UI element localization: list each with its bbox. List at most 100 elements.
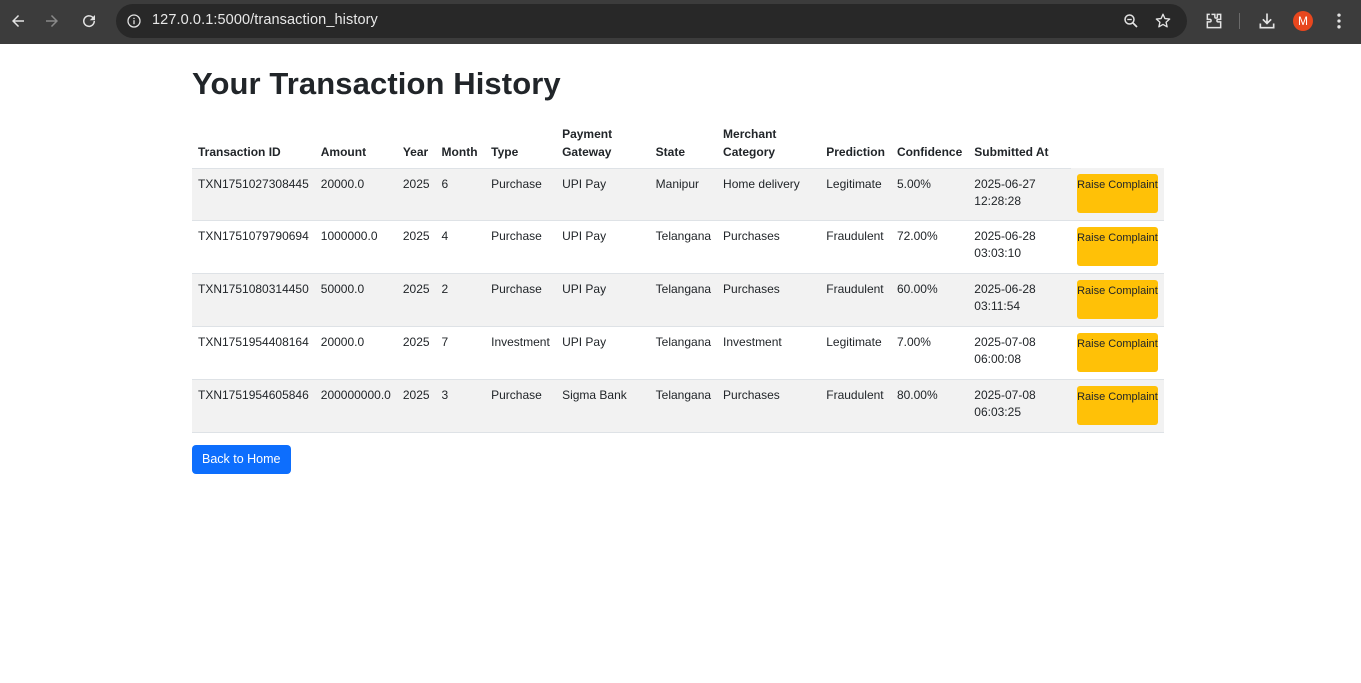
cell-prediction: Legitimate (820, 326, 891, 380)
cell-transaction-id: TXN1751080314450 (192, 273, 315, 327)
submitted-date: 2025-06-27 (974, 176, 1036, 191)
raise-complaint-button[interactable]: Raise Complaint (1076, 280, 1158, 319)
cell-payment-gateway: UPI Pay (556, 326, 650, 380)
header-year: Year (396, 122, 436, 169)
cell-prediction: Fraudulent (820, 273, 891, 327)
cell-action: Raise Complaint (1070, 326, 1164, 380)
page-title: Your Transaction History (192, 66, 561, 101)
cell-amount: 50000.0 (314, 273, 397, 327)
more-menu-icon[interactable] (1329, 11, 1349, 31)
forward-arrow-icon[interactable] (42, 11, 62, 31)
cell-prediction: Fraudulent (820, 220, 891, 274)
cell-action: Raise Complaint (1070, 379, 1164, 433)
page-container: Your Transaction History Transaction ID … (192, 44, 1164, 474)
zoom-icon[interactable] (1122, 12, 1140, 30)
header-transaction-id: Transaction ID (192, 122, 315, 169)
toolbar-divider (1239, 13, 1240, 29)
submitted-time: 03:11:54 (974, 299, 1021, 313)
submitted-time: 06:03:25 (974, 405, 1021, 419)
cell-month: 3 (435, 379, 486, 433)
extensions-icon[interactable] (1204, 11, 1224, 31)
cell-month: 6 (435, 168, 486, 221)
raise-complaint-button[interactable]: Raise Complaint (1076, 174, 1158, 213)
cell-amount: 1000000.0 (314, 220, 397, 274)
submitted-date: 2025-06-28 (974, 282, 1036, 296)
cell-year: 2025 (396, 273, 436, 327)
cell-state: Telangana (649, 379, 718, 433)
header-state: State (649, 122, 718, 169)
header-merchant-category: Merchant Category (717, 122, 821, 169)
cell-month: 4 (435, 220, 486, 274)
back-arrow-icon[interactable] (8, 11, 28, 31)
cell-payment-gateway: Sigma Bank (556, 379, 650, 433)
site-info-icon[interactable] (124, 11, 144, 31)
cell-type: Purchase (485, 379, 557, 433)
profile-avatar[interactable]: M (1293, 11, 1313, 31)
cell-state: Manipur (649, 168, 718, 221)
cell-action: Raise Complaint (1070, 168, 1164, 221)
cell-prediction: Fraudulent (820, 379, 891, 433)
submitted-time: 06:00:08 (974, 352, 1021, 366)
cell-action: Raise Complaint (1070, 273, 1164, 327)
submitted-date: 2025-06-28 (974, 229, 1036, 243)
cell-submitted-at: 2025-06-28 03:03:10 (968, 220, 1071, 274)
cell-transaction-id: TXN1751954408164 (192, 326, 315, 380)
cell-merchant-category: Home delivery (717, 168, 821, 221)
url-text: 127.0.0.1:5000/transaction_history (152, 12, 378, 28)
raise-complaint-button[interactable]: Raise Complaint (1076, 227, 1158, 266)
cell-payment-gateway: UPI Pay (556, 273, 650, 327)
table-row: TXN1751954408164 20000.0 2025 7 Investment UP… (192, 326, 1164, 380)
table-row: TXN1751079790694 1000000.0 2025 4 Purchase UP… (192, 220, 1164, 274)
submitted-date: 2025-07-08 (974, 388, 1036, 402)
cell-state: Telangana (649, 273, 718, 327)
back-to-home-button[interactable]: Back to Home (192, 445, 291, 474)
cell-type: Purchase (485, 220, 557, 274)
cell-submitted-at: 2025-06-27 12:28:28 (968, 168, 1071, 221)
cell-year: 2025 (396, 326, 436, 380)
cell-action: Raise Complaint (1070, 220, 1164, 274)
table-row: TXN1751954605846 200000000.0 2025 3 Purchase… (192, 379, 1164, 433)
cell-confidence: 80.00% (890, 379, 969, 433)
submitted-time: 12:28:28 (974, 193, 1021, 208)
address-bar[interactable]: 127.0.0.1:5000/transaction_history (116, 4, 1187, 38)
cell-state: Telangana (649, 326, 718, 380)
cell-confidence: 60.00% (890, 273, 969, 327)
submitted-time: 03:03:10 (974, 246, 1021, 260)
cell-transaction-id: TXN1751027308445 (192, 168, 315, 221)
cell-type: Purchase (485, 273, 557, 327)
cell-transaction-id: TXN1751079790694 (192, 220, 315, 274)
table-header-row: Transaction ID Amount Year Month Type Pa… (192, 122, 1164, 169)
cell-merchant-category: Purchases (717, 273, 821, 327)
cell-month: 7 (435, 326, 486, 380)
cell-prediction: Legitimate (820, 168, 891, 221)
cell-merchant-category: Investment (717, 326, 821, 380)
table-row: TXN1751027308445 20000.0 2025 6 Purchase UPI … (192, 168, 1164, 221)
header-type: Type (485, 122, 557, 169)
table-row: TXN1751080314450 50000.0 2025 2 Purchase UPI … (192, 273, 1164, 327)
cell-confidence: 7.00% (890, 326, 969, 380)
cell-month: 2 (435, 273, 486, 327)
cell-payment-gateway: UPI Pay (556, 220, 650, 274)
cell-transaction-id: TXN1751954605846 (192, 379, 315, 433)
cell-type: Investment (485, 326, 557, 380)
bookmark-star-icon[interactable] (1154, 12, 1172, 30)
submitted-date: 2025-07-08 (974, 335, 1036, 349)
download-icon[interactable] (1257, 11, 1277, 31)
cell-merchant-category: Purchases (717, 220, 821, 274)
header-action (1071, 122, 1164, 168)
header-prediction: Prediction (820, 122, 891, 169)
cell-payment-gateway: UPI Pay (556, 168, 650, 221)
raise-complaint-button[interactable]: Raise Complaint (1076, 333, 1158, 372)
reload-icon[interactable] (79, 11, 99, 31)
cell-amount: 200000000.0 (314, 379, 397, 433)
header-month: Month (435, 122, 486, 169)
header-amount: Amount (314, 122, 397, 169)
raise-complaint-button[interactable]: Raise Complaint (1076, 386, 1158, 425)
cell-confidence: 5.00% (890, 168, 969, 221)
cell-amount: 20000.0 (314, 168, 397, 221)
header-confidence: Confidence (890, 122, 969, 169)
cell-submitted-at: 2025-07-08 06:03:25 (968, 379, 1071, 433)
cell-year: 2025 (396, 168, 436, 221)
cell-year: 2025 (396, 220, 436, 274)
browser-toolbar: 127.0.0.1:5000/transaction_history M (0, 0, 1361, 44)
